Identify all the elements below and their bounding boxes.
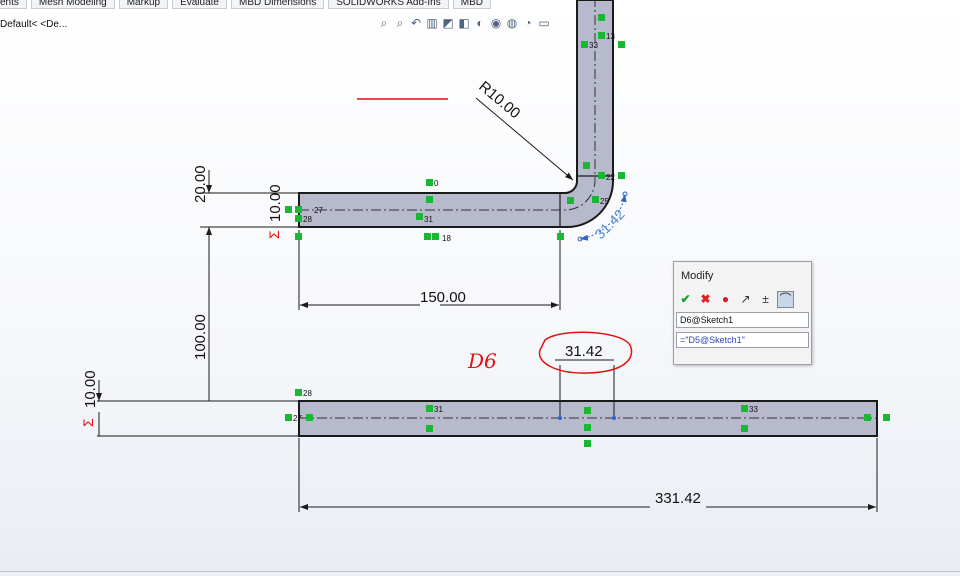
relation-marker[interactable] (426, 179, 433, 186)
relation-marker[interactable] (416, 213, 423, 220)
relation-marker[interactable] (864, 414, 871, 421)
sigma-icon: Σ (266, 230, 282, 239)
relation-marker[interactable] (295, 233, 302, 240)
relation-tag: 27 (293, 414, 302, 423)
relation-marker[interactable] (424, 233, 431, 240)
tab-mbd-dimensions[interactable]: MBD Dimensions (231, 0, 325, 9)
relation-marker[interactable] (306, 414, 313, 421)
relation-tag: 18 (442, 234, 451, 243)
relation-tag: 27 (314, 206, 323, 215)
sketch-point[interactable] (612, 416, 616, 420)
dynamic-annotation-icon[interactable]: ◩ (442, 16, 454, 30)
mark-for-drawing-icon[interactable]: ⌒ (777, 290, 794, 308)
view-settings-icon[interactable]: ▭ (538, 16, 550, 30)
bent-sheet-body[interactable] (298, 0, 614, 228)
relation-marker[interactable] (598, 32, 605, 39)
tab-mbd[interactable]: MBD (452, 0, 491, 9)
modify-dialog-title: Modify (681, 270, 714, 282)
relation-tag: 28 (303, 215, 312, 224)
feature-tree-breadcrumb[interactable]: Default< <De... (0, 19, 67, 30)
relation-marker[interactable] (285, 206, 292, 213)
tab-markup[interactable]: Markup (118, 0, 169, 9)
relation-marker[interactable] (426, 405, 433, 412)
relation-tag: 33 (589, 41, 598, 50)
relation-marker[interactable] (592, 196, 599, 203)
display-style-icon[interactable]: ◐ (474, 16, 486, 30)
tab-evaluate[interactable]: Evaluate (172, 0, 227, 9)
previous-view-icon[interactable]: ↶ (410, 16, 422, 30)
status-bar (0, 571, 960, 576)
cancel-icon[interactable]: ✖ (697, 291, 714, 308)
ok-icon[interactable]: ✔ (677, 291, 694, 308)
spin-increment-icon[interactable]: ± (757, 291, 774, 308)
radius-dimension[interactable]: R10.00 (475, 78, 523, 122)
arc-length-flat-dimension[interactable]: 31.42 (565, 343, 603, 360)
modify-toolbar: ✔ ✖ ● ↗ ± ⌒ (677, 290, 794, 308)
dimension-value-input[interactable]: ="D5@Sketch1" (676, 332, 809, 348)
gap-dimension[interactable]: 100.00 (192, 314, 209, 360)
relation-marker[interactable] (598, 14, 605, 21)
relation-marker[interactable] (584, 407, 591, 414)
length-dimension[interactable]: 150.00 (420, 289, 466, 306)
relation-marker[interactable] (741, 425, 748, 432)
relation-marker[interactable] (426, 196, 433, 203)
height-dimension-top[interactable]: 20.00 (192, 165, 209, 203)
command-manager-tabs: ents Mesh Modeling Markup Evaluate MBD D… (0, 0, 495, 11)
tab-components[interactable]: ents (0, 0, 27, 9)
relation-marker[interactable] (567, 197, 574, 204)
dimension-name-field[interactable]: D6@Sketch1 (676, 312, 809, 328)
relation-marker[interactable] (618, 41, 625, 48)
zoom-to-fit-icon[interactable]: ⌕ (378, 16, 390, 31)
relation-marker[interactable] (285, 414, 292, 421)
scene-icon[interactable]: ◔ (522, 16, 534, 30)
hide-show-icon[interactable]: ◉ (490, 16, 502, 30)
relation-marker[interactable] (741, 405, 748, 412)
total-length-dimension[interactable]: 331.42 (655, 490, 701, 507)
rebuild-icon[interactable]: ● (717, 291, 734, 308)
relation-tag: 13 (606, 32, 615, 41)
section-view-icon[interactable]: ▥ (426, 16, 438, 30)
sigma-icon: Σ (80, 418, 96, 427)
relation-marker[interactable] (584, 440, 591, 447)
relation-tag: 31 (434, 405, 443, 414)
relation-marker[interactable] (557, 233, 564, 240)
relation-marker[interactable] (295, 215, 302, 222)
relation-marker[interactable] (295, 389, 302, 396)
thickness-dimension-top[interactable]: 10.00 (267, 184, 284, 222)
relation-tag: 22 (606, 173, 615, 182)
graphics-area[interactable]: R10.00 20.00 10.00 Σ 150.00 31.42 100.00… (0, 0, 960, 575)
relation-tag: 25 (600, 197, 609, 206)
reverse-icon[interactable]: ↗ (737, 291, 754, 308)
appearance-icon[interactable]: ◍ (506, 16, 518, 30)
tab-mesh-modeling[interactable]: Mesh Modeling (30, 0, 115, 9)
zoom-area-icon[interactable]: ⌕ (394, 16, 406, 31)
relation-marker[interactable] (583, 162, 590, 169)
sketch-point[interactable] (558, 416, 562, 420)
tab-solidworks-addins[interactable]: SOLIDWORKS Add-Ins (328, 0, 449, 9)
relation-marker[interactable] (432, 233, 439, 240)
relation-marker[interactable] (581, 41, 588, 48)
relation-tag: 0 (434, 179, 439, 188)
relation-marker[interactable] (426, 425, 433, 432)
relation-tag: 33 (749, 405, 758, 414)
relation-marker[interactable] (883, 414, 890, 421)
thickness-dimension-bottom[interactable]: 10.00 (82, 370, 99, 408)
relation-marker[interactable] (598, 172, 605, 179)
modify-dialog[interactable]: Modify ✔ ✖ ● ↗ ± ⌒ D6@Sketch1 ="D5@Sketc… (673, 261, 812, 365)
relation-marker[interactable] (295, 206, 302, 213)
handwritten-note: D6 (467, 349, 497, 373)
relation-tag: 31 (424, 215, 433, 224)
relation-marker[interactable] (618, 172, 625, 179)
relation-marker[interactable] (584, 424, 591, 431)
view-orientation-icon[interactable]: ◧ (458, 16, 470, 30)
radius-leader (475, 97, 574, 181)
arc-endpoint (622, 191, 628, 197)
relation-tag: 28 (303, 389, 312, 398)
heads-up-view-toolbar: ⌕ ⌕ ↶ ▥ ◩ ◧ ◐ ◉ ◍ ◔ ▭ (378, 14, 550, 32)
